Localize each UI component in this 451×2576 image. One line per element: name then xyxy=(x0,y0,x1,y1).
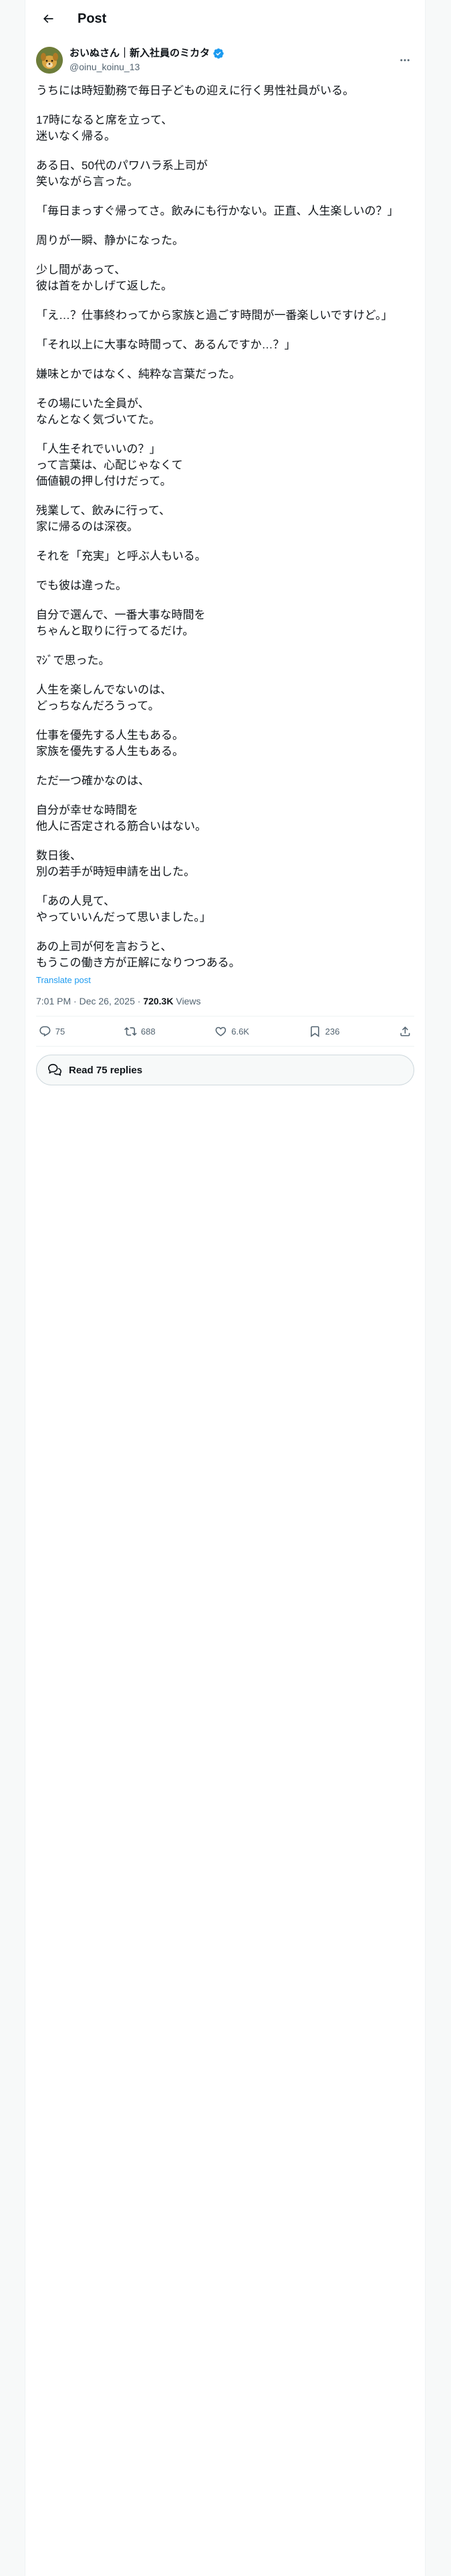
more-horizontal-icon xyxy=(400,59,410,62)
post-meta: 7:01 PM · Dec 26, 2025 · 720.3K Views xyxy=(36,996,414,1016)
views-label: Views xyxy=(173,996,201,1006)
post-paragraph: ﾏｼﾞで思った。 xyxy=(36,654,110,667)
speech-bubbles-icon xyxy=(48,1063,61,1076)
avatar[interactable] xyxy=(36,47,63,74)
post-paragraph: ただ一つ確かなのは、 xyxy=(36,774,150,787)
views-count: 720.3K xyxy=(143,996,174,1006)
read-replies-button[interactable]: Read 75 replies xyxy=(36,1055,414,1085)
post-body: うちには時短勤務で毎日子どもの迎えに行く男性社員がいる。 17時になると席を立っ… xyxy=(36,83,414,971)
like-count: 6.6K xyxy=(231,1026,249,1037)
post-paragraph: でも彼は違った。 xyxy=(36,579,127,592)
post-paragraph: 「え…？仕事終わってから家族と過ごす時間が一番楽しいですけど。」 xyxy=(36,309,393,322)
like-button[interactable]: 6.6K xyxy=(214,1025,249,1038)
post-paragraph: ある日、50代のパワハラ系上司が 笑いながら言った。 xyxy=(36,159,208,188)
arrow-left-icon xyxy=(43,14,53,23)
post: おいぬさん｜新入社員のミカタ @oinu_koinu_13 うちには時短勤務で毎… xyxy=(25,37,425,1085)
post-paragraph: 少し間があって、 彼は首をかしげて返した。 xyxy=(36,263,172,292)
share-button[interactable] xyxy=(399,1025,412,1038)
repost-icon xyxy=(124,1027,137,1036)
page-title: Post xyxy=(78,11,107,26)
dog-avatar-icon xyxy=(36,47,63,74)
post-author: おいぬさん｜新入社員のミカタ @oinu_koinu_13 xyxy=(36,45,414,75)
post-page: Post おいぬさん｜新入社員のミカタ @oinu_koinu_13 うちには時… xyxy=(25,0,426,2576)
reply-button[interactable]: 75 xyxy=(39,1025,65,1038)
post-paragraph: 「あの人見て、 やっていいんだって思いました。」 xyxy=(36,895,211,924)
post-paragraph: 「毎日まっすぐ帰ってさ。飲みにも行かない。正直、人生楽しいの？」 xyxy=(36,205,399,217)
post-timestamp[interactable]: 7:01 PM · Dec 26, 2025 · xyxy=(36,996,143,1006)
read-replies-label: Read 75 replies xyxy=(69,1064,143,1076)
post-paragraph: あの上司が何を言おうと、 もうこの働き方が正解になりつつある。 xyxy=(36,940,241,969)
back-button[interactable] xyxy=(36,7,60,31)
author-name-row: おいぬさん｜新入社員のミカタ xyxy=(69,47,224,60)
post-paragraph: 周りが一瞬、静かになった。 xyxy=(36,234,184,247)
post-paragraph: 自分で選んで、一番大事な時間を ちゃんと取りに行ってるだけ。 xyxy=(36,609,206,637)
repost-button[interactable]: 688 xyxy=(124,1025,156,1038)
top-bar: Post xyxy=(25,0,425,37)
post-paragraph: 自分が幸せな時間を 他人に否定される筋合いはない。 xyxy=(36,804,206,833)
more-options-button[interactable] xyxy=(396,51,414,70)
post-paragraph: 数日後、 別の若手が時短申請を出した。 xyxy=(36,849,195,878)
post-paragraph: 嫌味とかではなく、純粋な言葉だった。 xyxy=(36,368,241,381)
post-paragraph: それを「充実」と呼ぶ人もいる。 xyxy=(36,550,206,562)
author-display-name[interactable]: おいぬさん｜新入社員のミカタ xyxy=(69,47,210,60)
author-handle[interactable]: @oinu_koinu_13 xyxy=(69,60,224,74)
reply-count: 75 xyxy=(55,1026,65,1037)
bookmark-count: 236 xyxy=(325,1026,340,1037)
author-names: おいぬさん｜新入社員のミカタ @oinu_koinu_13 xyxy=(69,47,224,74)
post-paragraph: 「人生それでいいの？」 って言葉は、心配じゃなくて 価値観の押し付けだって。 xyxy=(36,443,183,488)
action-bar: 75 688 6.6K 236 xyxy=(36,1016,414,1047)
bookmark-button[interactable]: 236 xyxy=(309,1025,339,1038)
heart-icon xyxy=(216,1027,227,1037)
reply-icon xyxy=(39,1026,51,1037)
share-icon xyxy=(400,1026,410,1037)
post-paragraph: 「それ以上に大事な時間って、あるんですか…？」 xyxy=(36,338,296,351)
post-paragraph: 17時になると席を立って、 迷いなく帰る。 xyxy=(36,114,173,142)
post-paragraph: 残業して、飲みに行って、 家に帰るのは深夜。 xyxy=(36,504,170,533)
repost-count: 688 xyxy=(140,1026,156,1037)
verified-badge-icon xyxy=(213,48,224,59)
post-paragraph: 仕事を優先する人生もある。 家族を優先する人生もある。 xyxy=(36,729,184,758)
post-paragraph: うちには時短勤務で毎日子どもの迎えに行く男性社員がいる。 xyxy=(36,84,354,97)
post-paragraph: 人生を楽しんでないのは、 どっちなんだろうって。 xyxy=(36,683,172,712)
translate-post-link[interactable]: Translate post xyxy=(36,975,91,985)
post-paragraph: その場にいた全員が、 なんとなく気づいてた。 xyxy=(36,397,160,426)
bookmark-icon xyxy=(311,1026,319,1037)
